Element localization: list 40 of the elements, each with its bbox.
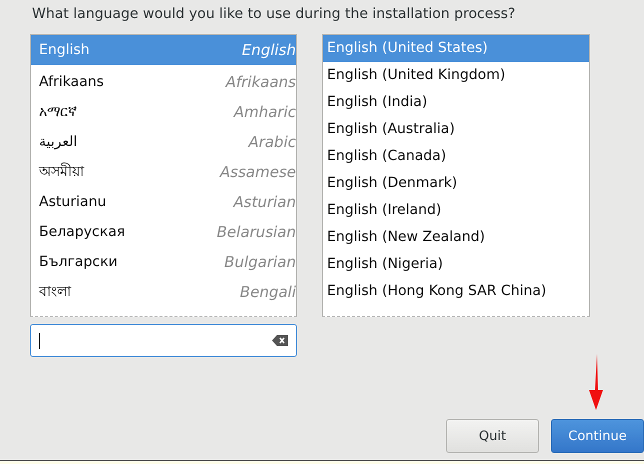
locale-item[interactable]: English (Australia) <box>323 116 589 143</box>
locale-item[interactable]: English (New Zealand) <box>323 224 589 251</box>
question-text: What language would you like to use during the installation process? <box>32 6 516 24</box>
language-item[interactable]: Български Bulgarian <box>31 247 296 277</box>
native-language-name: Asturianu <box>39 194 106 210</box>
language-item[interactable]: አማርኛ Amharic <box>31 97 296 127</box>
native-language-name: Беларуская <box>39 224 126 240</box>
english-language-name: Arabic <box>248 133 296 151</box>
english-language-name: Afrikaans <box>226 73 296 91</box>
native-language-name: English <box>39 42 90 58</box>
native-language-name: বাংলা <box>39 283 71 302</box>
clear-icon[interactable] <box>272 335 288 346</box>
native-language-name: অসমীয়া <box>39 162 84 182</box>
language-item[interactable]: Afrikaans Afrikaans <box>31 67 296 97</box>
language-item[interactable]: বাংলা Bengali <box>31 277 296 307</box>
language-item[interactable]: Asturianu Asturian <box>31 187 296 217</box>
text-cursor <box>39 332 40 348</box>
search-field[interactable] <box>30 324 297 357</box>
locale-item[interactable]: English (Nigeria) <box>323 251 589 278</box>
language-item[interactable]: Беларуская Belarusian <box>31 217 296 247</box>
continue-button[interactable]: Continue <box>551 419 644 453</box>
english-language-name: Belarusian <box>216 223 296 241</box>
native-language-name: Afrikaans <box>39 74 104 90</box>
english-language-name: Assamese <box>220 163 296 181</box>
native-language-name: አማርኛ <box>39 104 77 120</box>
locale-item[interactable]: English (Ireland) <box>323 197 589 224</box>
native-language-name: العربية <box>39 134 78 150</box>
locale-item[interactable]: English (Canada) <box>323 143 589 170</box>
locale-item[interactable]: English (Hong Kong SAR China) <box>323 278 589 305</box>
english-language-name: Bulgarian <box>224 253 296 271</box>
language-item[interactable]: অসমীয়া Assamese <box>31 157 296 187</box>
english-language-name: Amharic <box>234 103 296 121</box>
english-language-name: Asturian <box>234 193 296 211</box>
english-language-name: Bengali <box>240 283 296 301</box>
english-language-name: English <box>242 41 296 59</box>
locale-item[interactable]: English (United Kingdom) <box>323 62 589 89</box>
locale-item[interactable]: English (Denmark) <box>323 170 589 197</box>
locale-item[interactable]: English (India) <box>323 89 589 116</box>
native-language-name: Български <box>39 254 118 270</box>
quit-button[interactable]: Quit <box>446 419 539 453</box>
